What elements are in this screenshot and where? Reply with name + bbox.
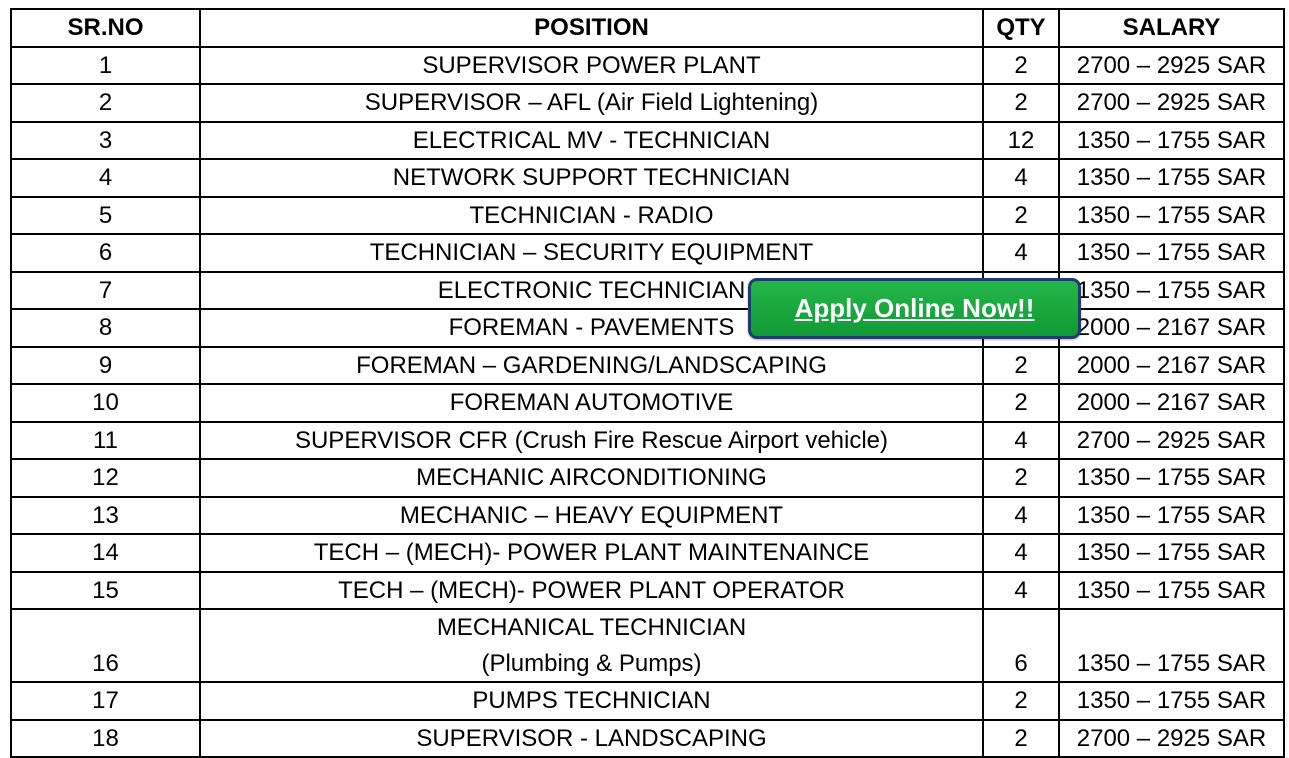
cell-position: FOREMAN – GARDENING/LANDSCAPING bbox=[199, 345, 984, 385]
cell-sr-no: 1 bbox=[10, 45, 201, 85]
apply-online-label[interactable]: Apply Online Now!! bbox=[795, 293, 1035, 324]
cell-sr-no: 17 bbox=[10, 681, 201, 721]
cell-position: SUPERVISOR POWER PLANT bbox=[199, 45, 984, 85]
cell-qty: 4 bbox=[982, 233, 1060, 273]
cell-sr-no: 18 bbox=[10, 718, 201, 758]
cell-qty: 4 bbox=[982, 420, 1060, 460]
cell-qty: 2 bbox=[982, 45, 1060, 85]
cell-position: PUMPS TECHNICIAN bbox=[199, 681, 984, 721]
cell-qty: 4 bbox=[982, 495, 1060, 535]
table-row: 15 TECH – (MECH)- POWER PLANT OPERATOR 4 13… bbox=[10, 570, 1285, 610]
cell-position: TECH – (MECH)- POWER PLANT OPERATOR bbox=[199, 570, 984, 610]
cell-position: NETWORK SUPPORT TECHNICIAN bbox=[199, 158, 984, 198]
table-row: 4 NETWORK SUPPORT TECHNICIAN 4 1350 – 1755 … bbox=[10, 158, 1285, 198]
table-row: 1 SUPERVISOR POWER PLANT 2 2700 – 2925 SAR bbox=[10, 45, 1285, 85]
header-position: POSITION bbox=[199, 8, 984, 48]
cell-qty: 2 bbox=[982, 345, 1060, 385]
table-row: 17 PUMPS TECHNICIAN 2 1350 – 1755 SAR bbox=[10, 681, 1285, 721]
cell-sr-no: 3 bbox=[10, 120, 201, 160]
cell-sr-no: 6 bbox=[10, 233, 201, 273]
cell-salary: 2700 – 2925 SAR bbox=[1058, 83, 1285, 123]
table-row: 16 MECHANICAL TECHNICIAN (Plumbing & Pumps… bbox=[10, 608, 1285, 683]
cell-sr-no: 16 bbox=[10, 608, 201, 683]
cell-sr-no: 2 bbox=[10, 83, 201, 123]
cell-salary: 2700 – 2925 SAR bbox=[1058, 420, 1285, 460]
cell-position: ELECTRICAL MV - TECHNICIAN bbox=[199, 120, 984, 160]
cell-salary: 1350 – 1755 SAR bbox=[1058, 458, 1285, 498]
cell-salary: 1350 – 1755 SAR bbox=[1058, 495, 1285, 535]
cell-qty: 2 bbox=[982, 681, 1060, 721]
cell-salary: 2000 – 2167 SAR bbox=[1058, 308, 1285, 348]
cell-sr-no: 10 bbox=[10, 383, 201, 423]
cell-qty: 2 bbox=[982, 458, 1060, 498]
cell-salary: 1350 – 1755 SAR bbox=[1058, 195, 1285, 235]
cell-qty: 4 bbox=[982, 570, 1060, 610]
cell-qty: 4 bbox=[982, 533, 1060, 573]
cell-sr-no: 7 bbox=[10, 270, 201, 310]
table-row: 9 FOREMAN – GARDENING/LANDSCAPING 2 2000 – … bbox=[10, 345, 1285, 385]
cell-position: SUPERVISOR CFR (Crush Fire Rescue Airpor… bbox=[199, 420, 984, 460]
cell-position: FOREMAN AUTOMOTIVE bbox=[199, 383, 984, 423]
header-salary: SALARY bbox=[1058, 8, 1285, 48]
position-line-1: MECHANICAL TECHNICIAN bbox=[436, 614, 747, 641]
cell-sr-no: 4 bbox=[10, 158, 201, 198]
cell-qty: 2 bbox=[982, 195, 1060, 235]
cell-salary: 2700 – 2925 SAR bbox=[1058, 718, 1285, 758]
table-row: 12 MECHANIC AIRCONDITIONING 2 1350 – 1755 S… bbox=[10, 458, 1285, 498]
cell-position: MECHANICAL TECHNICIAN (Plumbing & Pumps) bbox=[199, 608, 984, 683]
cell-sr-no: 15 bbox=[10, 570, 201, 610]
cell-sr-no: 5 bbox=[10, 195, 201, 235]
cell-position: TECHNICIAN – SECURITY EQUIPMENT bbox=[199, 233, 984, 273]
cell-salary: 2000 – 2167 SAR bbox=[1058, 383, 1285, 423]
cell-qty: 2 bbox=[982, 718, 1060, 758]
cell-salary: 1350 – 1755 SAR bbox=[1058, 158, 1285, 198]
cell-sr-no: 9 bbox=[10, 345, 201, 385]
cell-qty: 4 bbox=[982, 158, 1060, 198]
table-body: 1 SUPERVISOR POWER PLANT 2 2700 – 2925 SAR 2… bbox=[10, 45, 1285, 758]
table-row: 3 ELECTRICAL MV - TECHNICIAN 12 1350 – 1755… bbox=[10, 120, 1285, 160]
cell-salary: 1350 – 1755 SAR bbox=[1058, 533, 1285, 573]
apply-online-button[interactable]: Apply Online Now!! bbox=[748, 278, 1081, 339]
job-listing-sheet: SR.NO POSITION QTY SALARY 1 SUPERVISOR PO… bbox=[10, 8, 1285, 758]
header-qty: QTY bbox=[982, 8, 1060, 48]
table-row: 11 SUPERVISOR CFR (Crush Fire Rescue Airp… bbox=[10, 420, 1285, 460]
cell-salary: 1350 – 1755 SAR bbox=[1058, 120, 1285, 160]
cell-position: TECH – (MECH)- POWER PLANT MAINTENAINCE bbox=[199, 533, 984, 573]
table-row: 8 FOREMAN - PAVEMENTS 2000 – 2167 SAR bbox=[10, 308, 1285, 348]
table-row: 10 FOREMAN AUTOMOTIVE 2 2000 – 2167 SAR bbox=[10, 383, 1285, 423]
cell-qty: 2 bbox=[982, 83, 1060, 123]
cell-sr-no: 11 bbox=[10, 420, 201, 460]
table-row: 14 TECH – (MECH)- POWER PLANT MAINTENAINC… bbox=[10, 533, 1285, 573]
cell-qty: 2 bbox=[982, 383, 1060, 423]
header-sr-no: SR.NO bbox=[10, 8, 201, 48]
cell-sr-no: 12 bbox=[10, 458, 201, 498]
cell-qty: 12 bbox=[982, 120, 1060, 160]
cell-salary: 1350 – 1755 SAR bbox=[1058, 233, 1285, 273]
cell-salary: 2000 – 2167 SAR bbox=[1058, 345, 1285, 385]
table-row: 5 TECHNICIAN - RADIO 2 1350 – 1755 SAR bbox=[10, 195, 1285, 235]
cell-sr-no: 8 bbox=[10, 308, 201, 348]
table-row: 18 SUPERVISOR - LANDSCAPING 2 2700 – 2925 S… bbox=[10, 718, 1285, 758]
cell-sr-no: 14 bbox=[10, 533, 201, 573]
table-row: 6 TECHNICIAN – SECURITY EQUIPMENT 4 1350 – … bbox=[10, 233, 1285, 273]
cell-salary: 1350 – 1755 SAR bbox=[1058, 270, 1285, 310]
positions-table: SR.NO POSITION QTY SALARY 1 SUPERVISOR PO… bbox=[10, 8, 1285, 758]
cell-salary: 2700 – 2925 SAR bbox=[1058, 45, 1285, 85]
cell-salary: 1350 – 1755 SAR bbox=[1058, 681, 1285, 721]
table-row: 13 MECHANIC – HEAVY EQUIPMENT 4 1350 – 1755… bbox=[10, 495, 1285, 535]
table-header-row: SR.NO POSITION QTY SALARY bbox=[10, 8, 1285, 48]
cell-position: SUPERVISOR – AFL (Air Field Lightening) bbox=[199, 83, 984, 123]
cell-position: TECHNICIAN - RADIO bbox=[199, 195, 984, 235]
cell-sr-no: 13 bbox=[10, 495, 201, 535]
cell-position: MECHANIC AIRCONDITIONING bbox=[199, 458, 984, 498]
cell-salary: 1350 – 1755 SAR bbox=[1058, 608, 1285, 683]
cell-position: SUPERVISOR - LANDSCAPING bbox=[199, 718, 984, 758]
table-row: 7 ELECTRONIC TECHNICIAN 1350 – 1755 SAR bbox=[10, 270, 1285, 310]
table-row: 2 SUPERVISOR – AFL (Air Field Lightening)… bbox=[10, 83, 1285, 123]
position-line-2: (Plumbing & Pumps) bbox=[481, 649, 702, 677]
cell-position: MECHANIC – HEAVY EQUIPMENT bbox=[199, 495, 984, 535]
cell-salary: 1350 – 1755 SAR bbox=[1058, 570, 1285, 610]
cell-qty: 6 bbox=[982, 608, 1060, 683]
